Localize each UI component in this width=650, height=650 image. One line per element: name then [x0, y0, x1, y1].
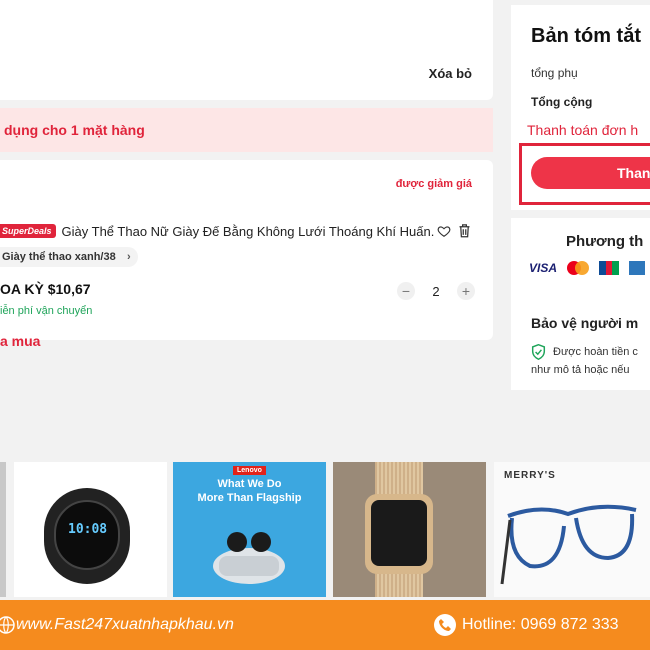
increase-button[interactable]: + [456, 282, 475, 300]
quantity-stepper: − 2 + [397, 281, 475, 301]
glasses-image [500, 504, 637, 585]
item-price: OA KỲ $10,67 [0, 281, 91, 297]
protection-text-1: Được hoàn tiền c [553, 346, 638, 358]
website-link[interactable]: www.Fast247xuatnhapkhau.vn [16, 616, 234, 634]
promo-text: dụng cho 1 mặt hàng [4, 122, 145, 138]
cart-header-card: Xóa bỏ [0, 0, 493, 100]
checkout-button[interactable]: Than [531, 157, 650, 189]
globe-icon [0, 616, 15, 634]
payment-cards: VISA [529, 261, 646, 275]
discount-link[interactable]: được giảm giá [396, 178, 472, 190]
item-title[interactable]: Giày Thể Thao Nữ Giày Đế Bằng Không Lưới… [62, 224, 434, 239]
buyer-protection-title: Bảo vệ người m [531, 315, 639, 331]
promo-banner: dụng cho 1 mặt hàng [0, 108, 493, 152]
merrys-logo: MERRY'S [504, 470, 556, 481]
earbuds-headline-2: More Than Flagship [197, 492, 302, 504]
chevron-right-icon: › [127, 251, 131, 263]
product-card-gold-watch[interactable] [333, 462, 486, 597]
lenovo-logo: Lenovo [233, 466, 266, 475]
cart-item-card: được giảm giá SuperDeals Giày Thể Thao N… [0, 160, 493, 340]
decrease-button[interactable]: − [397, 282, 415, 300]
payment-title: Phương th [566, 233, 644, 250]
payment-methods-card: Phương th VISA Bảo vệ người m Được hoàn … [511, 218, 650, 390]
variant-selector[interactable]: Giày thể thao xanh/38 › [0, 247, 138, 267]
hotline-text[interactable]: Hotline: 0969 872 333 [462, 616, 619, 634]
superdeals-badge: SuperDeals [0, 224, 56, 238]
quantity-value: 2 [432, 283, 440, 299]
watch-time: 10:08 [68, 522, 108, 537]
order-summary: Bản tóm tắt tổng phụ Tổng cộng Thanh toá… [511, 5, 650, 210]
checkout-note: Thanh toán đơn h [527, 122, 639, 138]
product-card-smartwatch[interactable]: 10:08 [14, 462, 167, 597]
subtotal-label: tổng phụ [531, 66, 578, 80]
delete-button[interactable]: Xóa bỏ [429, 66, 472, 81]
gold-watch-screen [371, 500, 427, 566]
product-card-earbuds[interactable]: Lenovo What We Do More Than Flagship [173, 462, 326, 597]
item-title-row: SuperDeals Giày Thể Thao Nữ Giày Đế Bằng… [0, 222, 480, 240]
visa-icon: VISA [529, 261, 558, 275]
shield-check-icon [531, 344, 546, 360]
jcb-icon [599, 261, 620, 275]
earbuds-headline-1: What We Do [217, 478, 282, 490]
buy-label: a mua [0, 333, 41, 349]
heart-icon[interactable] [437, 224, 451, 238]
recommended-products: 10:08 Lenovo What We Do More Than Flagsh… [0, 462, 650, 597]
earbuds-image [213, 532, 285, 584]
variant-label: Giày thể thao xanh/38 [2, 251, 116, 263]
phone-icon [434, 614, 456, 636]
total-label: Tổng cộng [531, 95, 593, 109]
free-shipping-label: iễn phí vận chuyển [0, 305, 93, 317]
product-card-partial[interactable] [0, 462, 6, 597]
trash-icon[interactable] [458, 223, 471, 238]
summary-title: Bản tóm tắt [531, 25, 641, 47]
mastercard-icon [567, 261, 590, 275]
protection-text-2: như mô tả hoặc nếu [531, 364, 630, 376]
footer-banner: www.Fast247xuatnhapkhau.vn Hotline: 0969… [0, 600, 650, 650]
product-card-glasses[interactable]: MERRY'S [494, 462, 650, 597]
amex-icon [629, 261, 646, 275]
